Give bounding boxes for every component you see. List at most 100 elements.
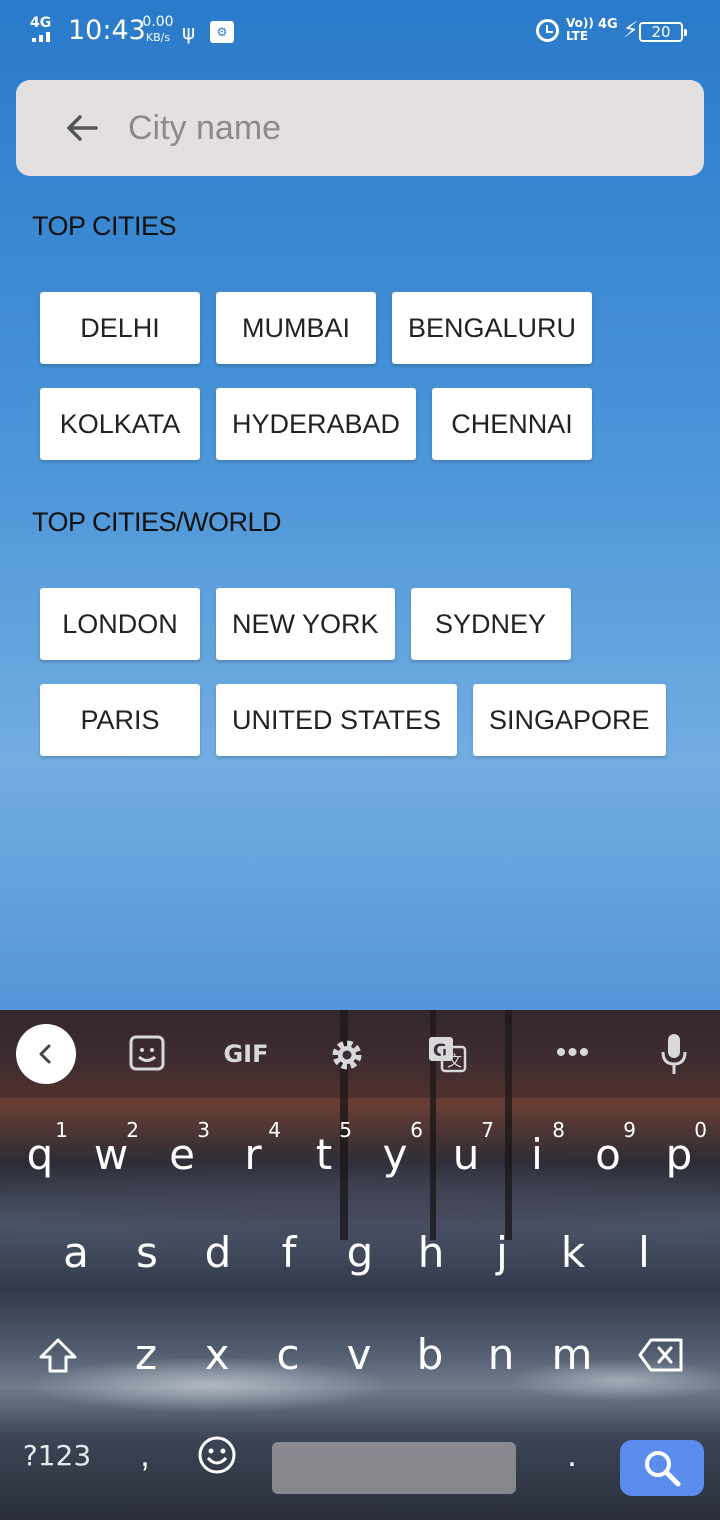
city-chip-new-york[interactable]: NEW YORK — [216, 588, 395, 660]
keyboard-collapse-button[interactable] — [16, 1024, 76, 1084]
key-hint-9: 9 — [623, 1118, 636, 1142]
key-c[interactable]: c — [252, 1310, 324, 1400]
key-x[interactable]: x — [181, 1310, 253, 1400]
city-chip-bengaluru[interactable]: BENGALURU — [392, 292, 593, 364]
chevron-left-icon — [39, 1044, 51, 1064]
key-label: o — [595, 1130, 621, 1179]
key-o[interactable]: 9o — [572, 1110, 644, 1200]
city-chip-singapore[interactable]: SINGAPORE — [473, 684, 666, 756]
svg-text:G: G — [433, 1041, 447, 1061]
key-f[interactable]: f — [253, 1208, 325, 1298]
key-hint-5: 5 — [339, 1118, 352, 1142]
chip-row: KOLKATA HYDERABAD CHENNAI — [40, 388, 593, 460]
key-l[interactable]: l — [608, 1208, 680, 1298]
sticker-icon[interactable] — [128, 1034, 166, 1072]
volte-indicator: Vo)) LTE — [566, 17, 594, 43]
alarm-icon — [536, 19, 559, 42]
city-chip-paris[interactable]: PARIS — [40, 684, 200, 756]
key-t[interactable]: 5t — [288, 1110, 360, 1200]
status-bar: 4G 10:43 0.00 KB/s ψ ⚙ Vo)) LTE 4G ⚡ 20 — [0, 0, 720, 66]
key-y[interactable]: 6y — [359, 1110, 431, 1200]
key-hint-2: 2 — [126, 1118, 139, 1142]
city-search-input[interactable] — [128, 102, 668, 154]
microphone-icon[interactable] — [656, 1030, 692, 1078]
chip-row: LONDON NEW YORK SYDNEY — [40, 588, 571, 660]
city-chip-chennai[interactable]: CHENNAI — [432, 388, 593, 460]
key-k[interactable]: k — [537, 1208, 609, 1298]
key-g[interactable]: g — [324, 1208, 396, 1298]
volte-top: Vo)) — [566, 16, 594, 30]
network-speed-unit: KB/s — [145, 31, 171, 44]
key-p[interactable]: 0p — [643, 1110, 715, 1200]
comma-key[interactable]: , — [120, 1420, 170, 1490]
key-label: r — [244, 1130, 262, 1179]
city-chip-united-states[interactable]: UNITED STATES — [216, 684, 458, 756]
key-s[interactable]: s — [111, 1208, 183, 1298]
key-r[interactable]: 4r — [217, 1110, 289, 1200]
key-label: i — [531, 1130, 543, 1179]
backspace-key[interactable] — [636, 1332, 686, 1378]
key-hint-1: 1 — [55, 1118, 68, 1142]
section-title-top-cities-world: TOP CITIES/WORLD — [32, 507, 282, 537]
mobile-data-icon: 4G — [598, 17, 618, 32]
key-j[interactable]: j — [466, 1208, 538, 1298]
key-w[interactable]: 2w — [75, 1110, 147, 1200]
network-speed: 0.00 KB/s — [142, 15, 174, 45]
key-label: t — [315, 1130, 333, 1179]
volte-bottom: LTE — [566, 29, 589, 43]
translate-icon[interactable]: G文 — [426, 1034, 468, 1074]
key-hint-4: 4 — [268, 1118, 281, 1142]
svg-text:文: 文 — [447, 1052, 462, 1070]
key-hint-6: 6 — [410, 1118, 423, 1142]
search-bar — [16, 80, 704, 176]
section-title-top-cities: TOP CITIES — [32, 211, 177, 241]
network-speed-value: 0.00 — [142, 14, 174, 30]
space-key[interactable] — [272, 1442, 516, 1494]
key-u[interactable]: 7u — [430, 1110, 502, 1200]
gear-icon[interactable] — [326, 1034, 368, 1076]
shift-icon — [39, 1338, 77, 1373]
city-chip-london[interactable]: LONDON — [40, 588, 200, 660]
gif-button[interactable]: GIF — [220, 1036, 272, 1072]
key-h[interactable]: h — [395, 1208, 467, 1298]
city-chip-sydney[interactable]: SYDNEY — [410, 588, 571, 660]
city-chip-delhi[interactable]: DELHI — [40, 292, 200, 364]
key-label: w — [93, 1130, 129, 1179]
key-d[interactable]: d — [182, 1208, 254, 1298]
shift-key[interactable] — [30, 1328, 86, 1384]
charging-icon: ⚡ — [623, 18, 639, 43]
key-b[interactable]: b — [394, 1310, 466, 1400]
key-hint-0: 0 — [694, 1118, 707, 1142]
key-q[interactable]: 1q — [4, 1110, 76, 1200]
period-key[interactable]: . — [552, 1420, 592, 1490]
city-chip-hyderabad[interactable]: HYDERABAD — [216, 388, 417, 460]
search-icon — [645, 1451, 681, 1487]
city-chip-mumbai[interactable]: MUMBAI — [216, 292, 376, 364]
key-hint-3: 3 — [197, 1118, 210, 1142]
chip-row: DELHI MUMBAI BENGALURU — [40, 292, 593, 364]
key-label: e — [169, 1130, 195, 1179]
city-chip-kolkata[interactable]: KOLKATA — [40, 388, 200, 460]
key-label: u — [452, 1130, 480, 1179]
battery-icon: 20 — [639, 22, 687, 42]
emoji-key[interactable] — [190, 1420, 244, 1490]
key-v[interactable]: v — [323, 1310, 395, 1400]
key-e[interactable]: 3e — [146, 1110, 218, 1200]
key-n[interactable]: n — [465, 1310, 537, 1400]
key-label: y — [382, 1130, 408, 1179]
key-a[interactable]: a — [40, 1208, 112, 1298]
key-i[interactable]: 8i — [501, 1110, 573, 1200]
search-key[interactable] — [620, 1440, 704, 1496]
network-type: 4G — [30, 15, 52, 31]
back-arrow-icon[interactable] — [60, 106, 104, 150]
symbols-key[interactable]: ?123 — [14, 1420, 100, 1490]
emoji-icon — [198, 1436, 236, 1474]
key-label: p — [665, 1130, 693, 1179]
clock: 10:43 — [68, 15, 146, 46]
more-options-icon[interactable]: ••• — [552, 1036, 594, 1069]
key-hint-7: 7 — [481, 1118, 494, 1142]
chip-row: PARIS UNITED STATES SINGAPORE — [40, 684, 666, 756]
backspace-icon — [638, 1338, 683, 1372]
key-m[interactable]: m — [536, 1310, 608, 1400]
key-z[interactable]: z — [110, 1310, 182, 1400]
